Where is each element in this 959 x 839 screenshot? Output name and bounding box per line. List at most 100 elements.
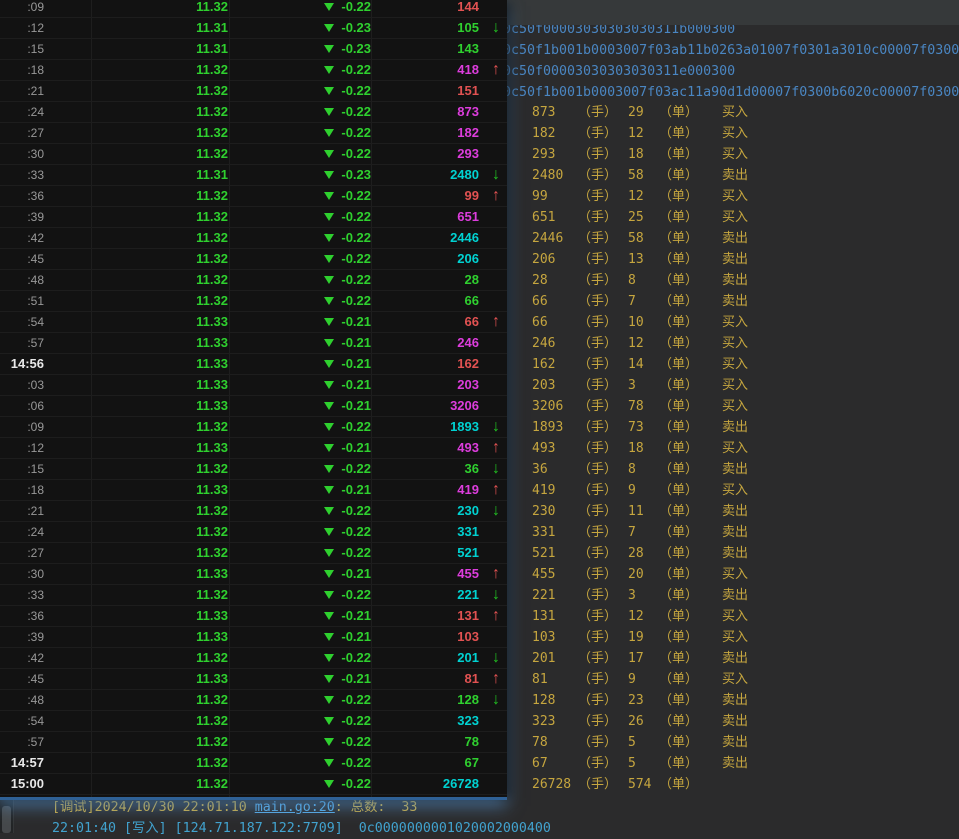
tick-change-value: -0.21 <box>341 312 371 332</box>
source-file-link[interactable]: main.go:20 <box>255 800 335 815</box>
unit-order-label: （单） <box>659 606 698 627</box>
unit-hand-label: （手） <box>578 606 617 627</box>
trade-direction: 买入 <box>722 375 748 396</box>
tick-price: 11.32 <box>100 123 228 143</box>
unit-hand-label: （手） <box>578 333 617 354</box>
unit-order-label: （单） <box>659 123 698 144</box>
debug-line-prefix: [调试]2024/10/30 22:01:10 <box>52 800 255 815</box>
down-triangle-icon <box>324 360 334 368</box>
trade-count: 73 <box>628 417 644 438</box>
tick-row: :30 11.32 -0.22 293 <box>0 144 507 165</box>
trade-count: 58 <box>628 165 644 186</box>
down-triangle-icon <box>324 528 334 536</box>
tick-time: :48 <box>0 690 44 710</box>
tick-change: -0.22 <box>240 249 371 269</box>
tick-price: 11.33 <box>100 312 228 332</box>
trade-direction: 卖出 <box>722 417 748 438</box>
tick-change-value: -0.22 <box>341 207 371 227</box>
trade-log-row: 201 （手） 17 （单） 卖出 <box>507 648 959 669</box>
trade-direction: 买入 <box>722 102 748 123</box>
tick-price: 11.32 <box>100 186 228 206</box>
unit-order-label: （单） <box>659 648 698 669</box>
trade-log-row: 455 （手） 20 （单） 买入 <box>507 564 959 585</box>
tick-volume: 128 <box>380 690 479 710</box>
direction-arrow-icon: ↓ <box>487 459 505 479</box>
trade-log-row: 28 （手） 8 （单） 卖出 <box>507 270 959 291</box>
hex-log-line: 0c50f1b001b0003007f03ac11a90d1d00007f030… <box>503 82 959 103</box>
trade-direction: 买入 <box>722 333 748 354</box>
tick-price: 11.33 <box>100 396 228 416</box>
tick-time: :30 <box>0 144 44 164</box>
unit-hand-label: （手） <box>578 375 617 396</box>
down-triangle-icon <box>324 171 334 179</box>
down-triangle-icon <box>324 444 334 452</box>
unit-hand-label: （手） <box>578 648 617 669</box>
tick-change-value: -0.22 <box>341 753 371 773</box>
trade-volume: 36 <box>532 459 548 480</box>
down-triangle-icon <box>324 3 334 11</box>
direction-arrow-icon <box>487 753 505 773</box>
tick-volume: 246 <box>380 333 479 353</box>
tick-time: :54 <box>0 312 44 332</box>
unit-hand-label: （手） <box>578 270 617 291</box>
tick-row: :27 11.32 -0.22 182 <box>0 123 507 144</box>
tick-time: :54 <box>0 711 44 731</box>
tick-time: :09 <box>0 0 44 17</box>
direction-arrow-icon <box>487 627 505 647</box>
down-triangle-icon <box>324 633 334 641</box>
tick-time: :39 <box>0 207 44 227</box>
trade-log-row: 246 （手） 12 （单） 买入 <box>507 333 959 354</box>
tick-time: :42 <box>0 228 44 248</box>
tick-change: -0.21 <box>240 375 371 395</box>
tick-time: 14:57 <box>0 753 44 773</box>
down-triangle-icon <box>324 213 334 221</box>
trade-count: 5 <box>628 732 636 753</box>
tick-volume: 323 <box>380 711 479 731</box>
trade-direction: 卖出 <box>722 732 748 753</box>
trade-volume: 246 <box>532 333 555 354</box>
tick-volume: 162 <box>380 354 479 374</box>
tick-change-value: -0.23 <box>341 18 371 38</box>
tick-table-panel[interactable]: :09 11.32 -0.22 144 :12 11.31 -0.23 105 … <box>0 0 507 800</box>
tick-row: :51 11.32 -0.22 66 <box>0 291 507 312</box>
log-scrollbar-thumb[interactable] <box>2 806 11 833</box>
trade-count: 17 <box>628 648 644 669</box>
down-triangle-icon <box>324 45 334 53</box>
tick-time: 14:56 <box>0 354 44 374</box>
tick-volume: 3206 <box>380 396 479 416</box>
trade-direction: 卖出 <box>722 648 748 669</box>
trade-count: 7 <box>628 291 636 312</box>
tick-row: :57 11.33 -0.21 246 <box>0 333 507 354</box>
direction-arrow-icon <box>487 249 505 269</box>
unit-order-label: （单） <box>659 732 698 753</box>
tick-volume: 206 <box>380 249 479 269</box>
tick-volume: 131 <box>380 606 479 626</box>
direction-arrow-icon: ↓ <box>487 690 505 710</box>
trade-count: 5 <box>628 753 636 774</box>
tick-change-value: -0.21 <box>341 333 371 353</box>
tick-volume: 230 <box>380 501 479 521</box>
tick-time: :15 <box>0 459 44 479</box>
tick-change: -0.22 <box>240 774 371 794</box>
tick-change-value: -0.22 <box>341 774 371 794</box>
trade-count: 9 <box>628 669 636 690</box>
down-triangle-icon <box>324 276 334 284</box>
tick-time: :27 <box>0 543 44 563</box>
unit-hand-label: （手） <box>578 669 617 690</box>
tick-price: 11.32 <box>100 60 228 80</box>
trade-direction: 卖出 <box>722 522 748 543</box>
down-triangle-icon <box>324 318 334 326</box>
log-scrollbar-track[interactable] <box>0 797 14 833</box>
tick-price: 11.32 <box>100 249 228 269</box>
tick-volume: 418 <box>380 60 479 80</box>
trade-volume: 26728 <box>532 774 571 795</box>
down-triangle-icon <box>324 339 334 347</box>
tick-time: :27 <box>0 123 44 143</box>
trade-volume: 493 <box>532 438 555 459</box>
trade-count: 10 <box>628 312 644 333</box>
trade-volume: 3206 <box>532 396 563 417</box>
tick-volume: 143 <box>380 39 479 59</box>
unit-hand-label: （手） <box>578 753 617 774</box>
tick-change-value: -0.21 <box>341 606 371 626</box>
tick-change-value: -0.22 <box>341 690 371 710</box>
